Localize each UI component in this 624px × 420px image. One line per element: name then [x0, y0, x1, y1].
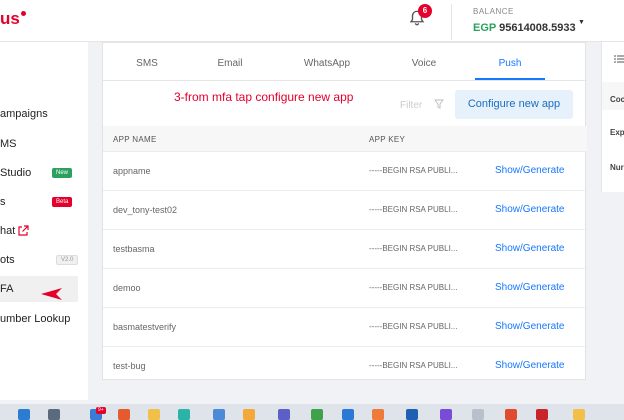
balance-dropdown-icon[interactable]: ▼ — [578, 19, 585, 26]
sidebar-item-beta[interactable]: s Beta — [0, 189, 88, 215]
app-name-cell: test-bug — [113, 361, 146, 371]
table-row: test-bug -----BEGIN RSA PUBLI... Show/Ge… — [103, 347, 587, 386]
external-link-icon — [18, 225, 29, 236]
tab-push[interactable]: Push — [470, 58, 550, 69]
notification-badge: 6 — [418, 4, 432, 18]
chrome-icon[interactable] — [505, 409, 517, 420]
column-header-app-key: APP KEY — [369, 135, 406, 144]
channel-tabs: SMS Email WhatsApp Voice Push — [103, 43, 587, 81]
annotation-text: 3-from mfa tap configure new app — [174, 90, 354, 104]
balance-value: EGP 95614008.5933 — [473, 22, 576, 34]
table-row: appname -----BEGIN RSA PUBLI... Show/Gen… — [103, 152, 587, 191]
vscode-icon[interactable] — [342, 409, 354, 420]
sidebar-item-label: ots — [0, 254, 15, 266]
app-key-cell: -----BEGIN RSA PUBLI... — [369, 283, 458, 292]
balance-currency: EGP — [473, 22, 497, 34]
details-label: Coc — [610, 95, 624, 104]
app-key-cell: -----BEGIN RSA PUBLI... — [369, 205, 458, 214]
active-tab-indicator — [475, 78, 545, 80]
app-name-cell: appname — [113, 166, 151, 176]
sidebar-item-label: Studio — [0, 167, 32, 179]
details-label: Nur — [610, 163, 624, 172]
app-icon[interactable] — [536, 409, 548, 420]
edge-icon[interactable] — [178, 409, 190, 420]
os-taskbar: 9+ — [0, 404, 624, 420]
new-badge: New — [52, 168, 73, 178]
folder-icon[interactable] — [148, 409, 160, 420]
beta-badge: Beta — [52, 197, 73, 207]
app-name-cell: demoo — [113, 283, 141, 293]
logo[interactable]: us — [0, 9, 26, 29]
table-row: testbasma -----BEGIN RSA PUBLI... Show/G… — [103, 230, 587, 269]
show-generate-link[interactable]: Show/Generate — [495, 204, 565, 215]
details-panel: Coc Exp Nur — [601, 42, 624, 192]
app-key-cell: -----BEGIN RSA PUBLI... — [369, 166, 458, 175]
sidebar-item-label: hat — [0, 225, 16, 237]
sidebar-item-label: s — [0, 196, 6, 208]
balance-amount: 95614008.5933 — [499, 22, 576, 34]
app-name-cell: testbasma — [113, 244, 155, 254]
version-badge: V2.0 — [56, 255, 79, 265]
show-generate-link[interactable]: Show/Generate — [495, 165, 565, 176]
table-row: basmatestverify -----BEGIN RSA PUBLI... … — [103, 308, 587, 347]
tab-whatsapp[interactable]: WhatsApp — [287, 58, 367, 69]
app-key-cell: -----BEGIN RSA PUBLI... — [369, 244, 458, 253]
show-generate-link[interactable]: Show/Generate — [495, 360, 565, 371]
app-icon[interactable] — [573, 409, 585, 420]
app-icon[interactable] — [372, 409, 384, 420]
show-generate-link[interactable]: Show/Generate — [495, 243, 565, 254]
sidebar: ampaigns MS Studio New s Beta hat ots V2.0 … — [0, 42, 88, 400]
sidebar-item-label: ampaigns — [0, 108, 48, 120]
sidebar-item-label: MS — [0, 138, 17, 150]
divider — [451, 4, 452, 40]
taskbar-badge: 9+ — [96, 407, 106, 414]
filter-icon[interactable] — [434, 99, 444, 109]
app-icon[interactable] — [243, 409, 255, 420]
table-header: APP NAME APP KEY — [103, 126, 587, 152]
app-icon[interactable] — [213, 409, 225, 420]
sidebar-item-campaigns[interactable]: ampaigns — [0, 101, 88, 127]
sidebar-item-number-lookup[interactable]: umber Lookup — [0, 306, 88, 332]
filter-label[interactable]: Filter — [400, 100, 422, 111]
tab-email[interactable]: Email — [190, 58, 270, 69]
app-name-cell: dev_tony-test02 — [113, 205, 178, 215]
app-key-cell: -----BEGIN RSA PUBLI... — [369, 361, 458, 370]
tab-sms[interactable]: SMS — [107, 58, 187, 69]
details-label: Exp — [610, 128, 624, 137]
sidebar-item-label: FA — [0, 283, 14, 295]
show-generate-link[interactable]: Show/Generate — [495, 321, 565, 332]
app-name-cell: basmatestverify — [113, 322, 177, 332]
table-row: demoo -----BEGIN RSA PUBLI... Show/Gener… — [103, 269, 587, 308]
table-row: dev_tony-test02 -----BEGIN RSA PUBLI... … — [103, 191, 587, 230]
annotation-arrow-icon — [41, 288, 62, 300]
balance-label: BALANCE — [473, 7, 514, 16]
app-icon[interactable] — [118, 409, 130, 420]
app-icon[interactable] — [440, 409, 452, 420]
app-icon[interactable] — [311, 409, 323, 420]
apps-card: SMS Email WhatsApp Voice Push 3-from mfa… — [102, 42, 587, 380]
list-icon[interactable] — [614, 55, 624, 63]
show-generate-link[interactable]: Show/Generate — [495, 282, 565, 293]
app-icon[interactable] — [472, 409, 484, 420]
app-key-cell: -----BEGIN RSA PUBLI... — [369, 322, 458, 331]
top-bar: us 6 BALANCE EGP 95614008.5933 ▼ — [0, 0, 624, 42]
sidebar-item-bots[interactable]: ots V2.0 — [0, 247, 88, 273]
configure-new-app-button[interactable]: Configure new app — [455, 90, 573, 119]
column-header-app-name: APP NAME — [113, 135, 157, 144]
search-icon[interactable] — [48, 409, 60, 420]
app-icon[interactable] — [406, 409, 418, 420]
sidebar-item-studio[interactable]: Studio New — [0, 160, 88, 186]
teams-icon[interactable] — [278, 409, 290, 420]
tab-voice[interactable]: Voice — [384, 58, 464, 69]
sidebar-item-chat[interactable]: hat — [0, 218, 88, 244]
windows-start-icon[interactable] — [18, 409, 30, 420]
sidebar-item-sms[interactable]: MS — [0, 131, 88, 157]
sidebar-item-label: umber Lookup — [0, 313, 71, 325]
